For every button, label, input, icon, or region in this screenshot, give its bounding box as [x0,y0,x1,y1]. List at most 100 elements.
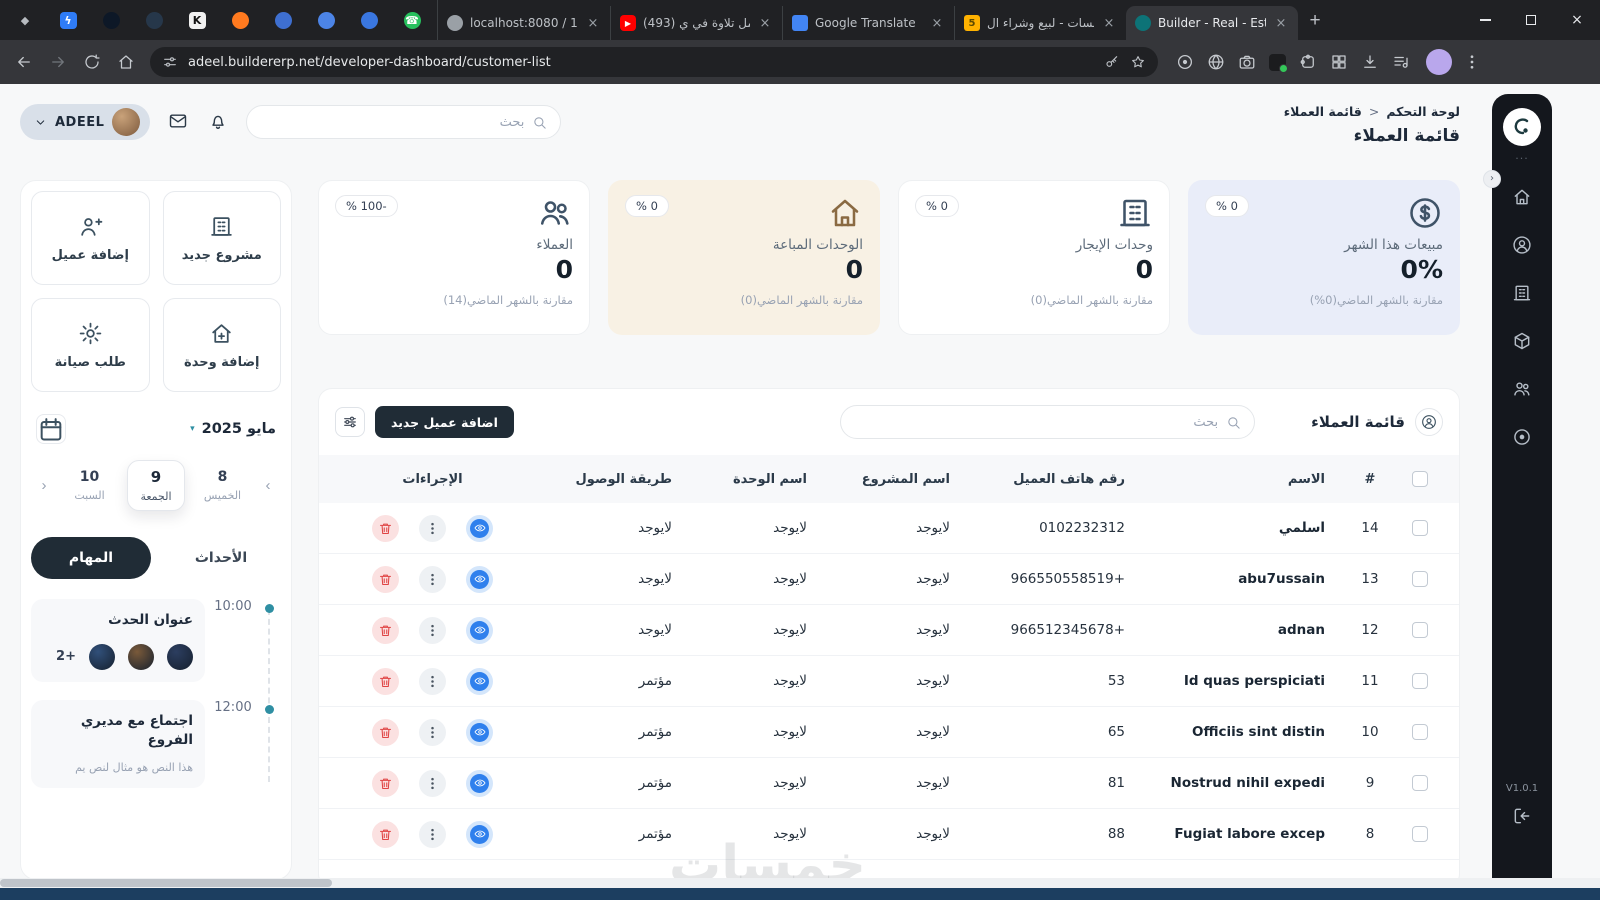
view-button[interactable] [466,565,493,593]
puzzle-icon[interactable] [1299,53,1317,71]
calendar-next-icon[interactable]: › [260,477,276,494]
tab-close-icon[interactable]: × [1273,16,1289,31]
app-logo[interactable] [1503,108,1541,146]
row-checkbox[interactable] [1412,673,1428,689]
download-icon[interactable] [1361,53,1379,71]
tab-close-icon[interactable]: × [1101,16,1117,31]
view-button[interactable] [466,514,493,542]
pinned-tab[interactable] [311,5,341,35]
calendar-day[interactable]: 10 السبت [61,462,119,509]
breadcrumb-root[interactable]: لوحة التحكم [1386,104,1460,119]
camera-icon[interactable] [1238,53,1256,71]
pinned-tab[interactable] [268,5,298,35]
pinned-tab[interactable] [96,5,126,35]
tab-tasks[interactable]: المهام [31,537,151,579]
quick-action-gear[interactable]: طلب صيانة [31,298,150,392]
global-search-input[interactable] [260,114,525,130]
home-button[interactable] [112,48,140,76]
browser-tab[interactable]: ▶ (493) أجمل تلاوة في ي × [610,6,782,40]
media-list-icon[interactable] [1392,53,1410,71]
event-card[interactable]: اجتماع مع مديري الفروع هذا النص هو مثال ل… [31,699,205,789]
password-key-icon[interactable] [1104,54,1120,70]
view-button[interactable] [466,718,493,746]
global-search[interactable] [246,105,562,139]
minimize-button[interactable] [1462,0,1508,40]
url-text[interactable]: adeel.buildererp.net/developer-dashboard… [188,55,1094,70]
pinned-tab[interactable]: K [182,5,212,35]
delete-button[interactable] [372,667,399,695]
grid-icon[interactable] [1330,53,1348,71]
filter-button[interactable] [335,407,365,437]
pinned-tab[interactable] [225,5,255,35]
messages-button[interactable] [166,110,190,134]
calendar-month[interactable]: مايو 2025 [202,421,276,437]
row-checkbox[interactable] [1412,571,1428,587]
view-button[interactable] [466,820,493,848]
sidebar-item-home[interactable] [1512,187,1532,207]
delete-button[interactable] [372,616,399,644]
row-menu-button[interactable] [419,769,446,797]
pinned-tab[interactable] [354,5,384,35]
sidebar-item-building[interactable] [1512,283,1532,303]
new-tab-button[interactable]: + [1298,4,1332,38]
sidebar-item-cube[interactable] [1512,331,1532,351]
site-info-icon[interactable] [162,54,178,70]
browser-tab[interactable]: Builder - Real - Estate × [1126,6,1298,40]
maximize-button[interactable] [1508,0,1554,40]
view-button[interactable] [466,769,493,797]
back-button[interactable] [10,48,38,76]
browser-tab[interactable]: 5 خمسات - لبيع وشراء ال × [954,6,1126,40]
user-menu-button[interactable]: ADEEL [20,104,151,140]
address-bar[interactable]: adeel.buildererp.net/developer-dashboard… [150,47,1158,77]
select-all-checkbox[interactable] [1412,471,1428,487]
pinned-tab[interactable]: ϟ [53,5,83,35]
profile-avatar[interactable] [1426,49,1452,75]
quick-action-building[interactable]: مشروع جديد [162,191,281,285]
pinned-tab[interactable] [139,5,169,35]
horizontal-scrollbar[interactable] [0,878,1600,888]
delete-button[interactable] [372,769,399,797]
row-checkbox[interactable] [1412,622,1428,638]
row-checkbox[interactable] [1412,775,1428,791]
row-menu-button[interactable] [419,718,446,746]
logout-button[interactable] [1512,806,1532,826]
sidebar-item-user[interactable] [1512,235,1532,255]
delete-button[interactable] [372,514,399,542]
delete-button[interactable] [372,565,399,593]
delete-button[interactable] [372,718,399,746]
row-menu-button[interactable] [419,565,446,593]
add-customer-button[interactable]: اضافة عميل جديد [375,406,514,438]
calendar-day[interactable]: 9 الجمعة [127,460,185,511]
badge-icon[interactable] [1269,53,1288,73]
row-menu-button[interactable] [419,616,446,644]
row-checkbox[interactable] [1412,826,1428,842]
browser-tab[interactable]: localhost:8080 / 127.0 × [438,6,610,40]
event-card[interactable]: عنوان الحدث +2 [31,599,205,682]
view-button[interactable] [466,616,493,644]
browser-tab[interactable]: Google Translate × [782,6,954,40]
target-icon[interactable] [1176,53,1194,71]
tab-close-icon[interactable]: × [585,16,601,31]
tab-events[interactable]: الأحداث [161,537,281,579]
row-checkbox[interactable] [1412,724,1428,740]
quick-action-home-plus[interactable]: إضافة وحدة [162,298,281,392]
calendar-button[interactable] [36,414,66,444]
pinned-tab[interactable]: ◆ [10,5,40,35]
tab-close-icon[interactable]: × [757,16,773,31]
pinned-tab[interactable]: ☎ [397,5,427,35]
row-checkbox[interactable] [1412,520,1428,536]
forward-button[interactable] [44,48,72,76]
sidebar-item-target[interactable] [1512,427,1532,447]
calendar-prev-icon[interactable]: ‹ [36,477,52,494]
scrollbar-thumb[interactable] [0,879,332,887]
reload-button[interactable] [78,48,106,76]
table-search-input[interactable] [854,414,1219,430]
tab-close-icon[interactable]: × [929,16,945,31]
row-menu-button[interactable] [419,820,446,848]
bookmark-star-icon[interactable] [1130,54,1146,70]
quick-action-user-plus[interactable]: إضافة عميل [31,191,150,285]
browser-menu-button[interactable] [1458,48,1486,76]
view-button[interactable] [466,667,493,695]
close-button[interactable]: × [1554,0,1600,40]
globe-icon[interactable] [1207,53,1225,71]
